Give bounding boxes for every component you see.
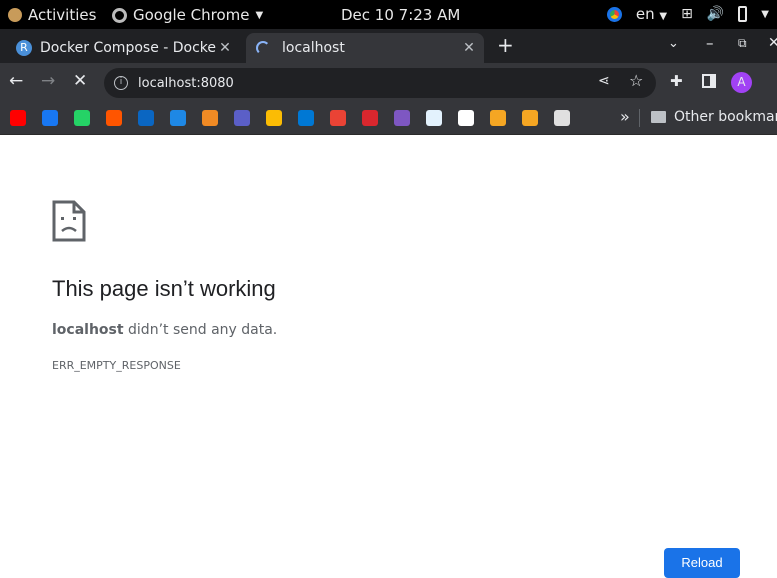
tab-label: localhost — [282, 40, 345, 56]
system-tray: en ▼ ⊞ 🔊 ▼ — [606, 5, 769, 23]
loading-spinner-icon — [256, 41, 270, 55]
app-menu[interactable]: Google Chrome ▼ — [112, 6, 263, 24]
bookmarks-bar: » Other bookmarks — [0, 101, 777, 135]
forward-button[interactable]: → — [41, 71, 55, 91]
folder-icon — [651, 111, 666, 123]
volume-icon[interactable]: 🔊 — [707, 6, 724, 22]
url-text[interactable]: localhost:8080 — [138, 76, 234, 91]
tab-strip: R Docker Compose - Docker ✕ localhost ✕ … — [0, 29, 777, 63]
system-top-bar: Activities Google Chrome ▼ Dec 10 7:23 A… — [0, 0, 777, 29]
divider — [639, 109, 640, 127]
chart-app-icon[interactable] — [426, 110, 442, 126]
browser-toolbar: ← → ✕ i localhost:8080 ⋖ ☆ ✚ A ⋮ — [0, 63, 777, 101]
restore-window-button[interactable]: ⧉ — [738, 36, 747, 51]
indeed-icon[interactable] — [202, 110, 218, 126]
chevron-down-icon: ▼ — [659, 11, 668, 22]
network-icon[interactable]: ⊞ — [681, 6, 693, 22]
page-content: This page isn’t working localhost didn’t… — [0, 136, 777, 578]
tab-label: Docker Compose - Docker — [40, 40, 216, 56]
gmail-icon[interactable] — [330, 110, 346, 126]
info-icon[interactable]: i — [114, 76, 128, 90]
tab-localhost[interactable]: localhost ✕ — [246, 33, 484, 63]
bookmark-star-icon[interactable]: ☆ — [629, 71, 643, 90]
draw-icon[interactable] — [554, 110, 570, 126]
globe-icon[interactable] — [170, 110, 186, 126]
chrome-app-icon — [112, 7, 127, 23]
error-code: ERR_EMPTY_RESPONSE — [52, 359, 181, 372]
language-selector[interactable]: en ▼ — [636, 5, 667, 23]
error-host: localhost — [52, 322, 124, 338]
activities-button[interactable]: Activities — [8, 6, 96, 24]
close-window-button[interactable]: ✕ — [768, 35, 777, 51]
facebook-icon[interactable] — [42, 110, 58, 126]
error-title: This page isn’t working — [52, 276, 276, 301]
chrome-tray-icon[interactable] — [606, 6, 622, 22]
share-icon[interactable]: ⋖ — [598, 73, 610, 89]
loop2-icon[interactable] — [522, 110, 538, 126]
close-tab-icon[interactable]: ✕ — [460, 40, 478, 56]
power-menu-chevron-icon[interactable]: ▼ — [761, 9, 769, 20]
profile-avatar[interactable]: A — [731, 72, 752, 93]
google-icon[interactable] — [458, 110, 474, 126]
mega-icon[interactable] — [362, 110, 378, 126]
bookmarks-overflow-button[interactable]: » — [620, 107, 630, 126]
teams-icon[interactable] — [234, 110, 250, 126]
linkedin-icon[interactable] — [138, 110, 154, 126]
stop-loading-button[interactable]: ✕ — [73, 71, 87, 91]
extensions-icon[interactable]: ✚ — [670, 72, 683, 90]
chevron-down-icon: ▼ — [255, 9, 264, 21]
address-bar[interactable]: i localhost:8080 — [104, 68, 656, 98]
loop-icon[interactable] — [490, 110, 506, 126]
error-description: localhost didn’t send any data. — [52, 322, 277, 338]
youtube-icon[interactable] — [10, 110, 26, 126]
whatsapp-icon[interactable] — [74, 110, 90, 126]
other-bookmarks-folder[interactable]: Other bookmarks — [651, 109, 777, 125]
new-tab-button[interactable]: + — [497, 33, 514, 57]
battery-icon[interactable] — [738, 6, 748, 22]
soundcloud-icon[interactable] — [106, 110, 122, 126]
side-panel-icon[interactable] — [702, 74, 716, 88]
reload-button[interactable]: Reload — [664, 548, 740, 578]
r-favicon: R — [16, 40, 32, 56]
close-tab-icon[interactable]: ✕ — [216, 40, 234, 56]
drive-icon[interactable] — [266, 110, 282, 126]
error-message: didn’t send any data. — [123, 322, 278, 338]
tab-docker-compose[interactable]: R Docker Compose - Docker ✕ — [8, 33, 240, 63]
sad-page-icon — [52, 200, 86, 242]
outlook-icon[interactable] — [298, 110, 314, 126]
menu-dots-icon[interactable]: ⋮ — [770, 71, 777, 91]
minimize-window-button[interactable]: – — [706, 34, 714, 52]
tab-search-chevron-icon[interactable]: ⌄ — [668, 36, 679, 51]
back-button[interactable]: ← — [9, 71, 23, 91]
power-automate-icon[interactable] — [394, 110, 410, 126]
activities-icon — [8, 8, 22, 22]
clock[interactable]: Dec 10 7:23 AM — [341, 6, 460, 24]
